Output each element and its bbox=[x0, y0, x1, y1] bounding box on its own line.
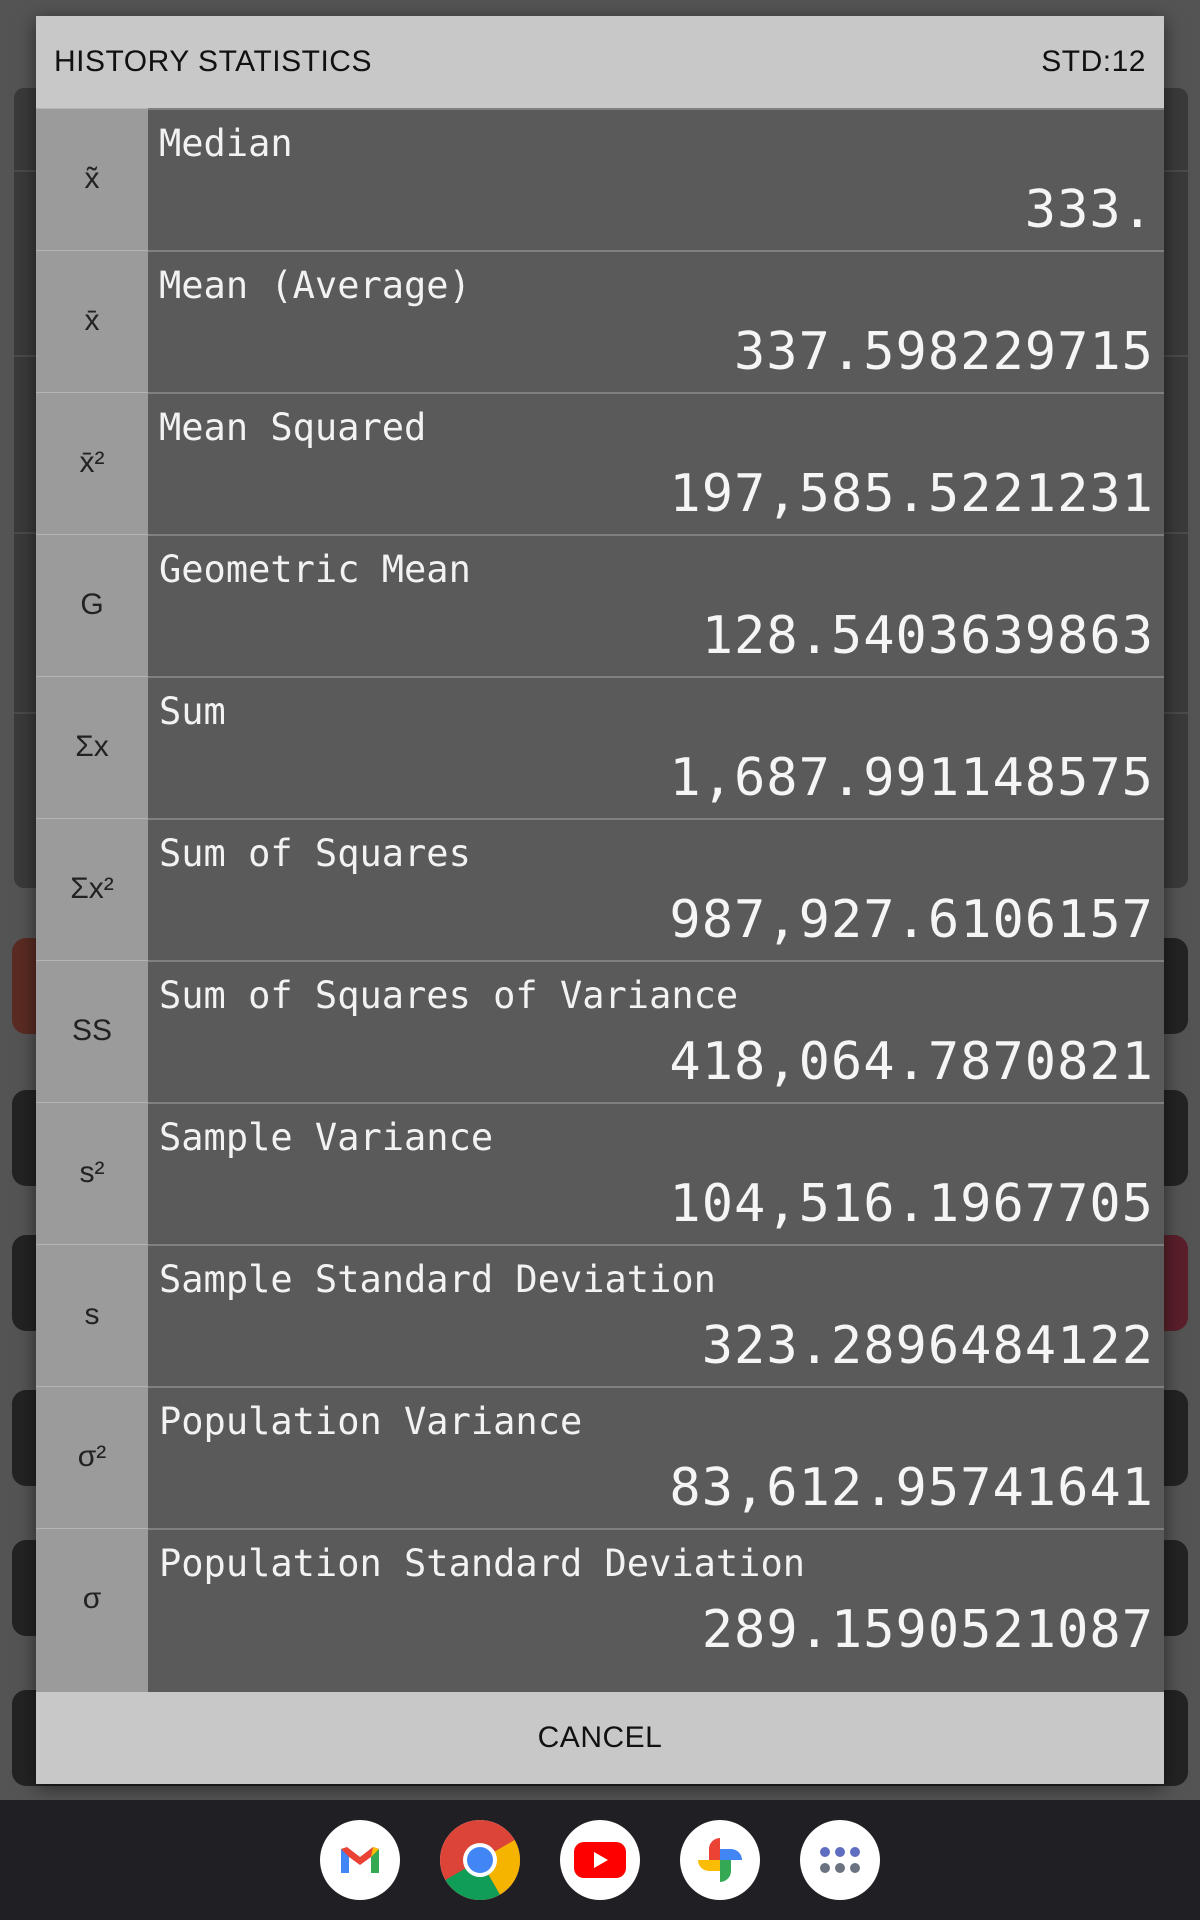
median-symbol: x̃ bbox=[36, 108, 148, 250]
stat-value: 83,612.95741641 bbox=[669, 1458, 1154, 1518]
stat-row-population-variance[interactable]: σ² Population Variance 83,612.95741641 bbox=[36, 1386, 1164, 1528]
stat-row-geometric-mean[interactable]: G Geometric Mean 128.5403639863 bbox=[36, 534, 1164, 676]
history-statistics-dialog: HISTORY STATISTICS STD:12 x̃ Median 333. … bbox=[36, 16, 1164, 1784]
app-drawer[interactable] bbox=[800, 1820, 880, 1900]
stat-value: 104,516.1967705 bbox=[669, 1174, 1154, 1234]
sample-std-symbol: s bbox=[36, 1244, 148, 1386]
stat-row-sum-of-squares[interactable]: Σx² Sum of Squares 987,927.6106157 bbox=[36, 818, 1164, 960]
app-drawer-icon bbox=[820, 1847, 860, 1873]
stat-label: Sum of Squares bbox=[159, 832, 471, 875]
stat-row-mean-squared[interactable]: x̄² Mean Squared 197,585.5221231 bbox=[36, 392, 1164, 534]
photos-icon bbox=[698, 1838, 742, 1882]
stat-value: 337.598229715 bbox=[734, 322, 1154, 382]
stat-label: Sum of Squares of Variance bbox=[159, 974, 739, 1017]
stat-value: 333. bbox=[1024, 180, 1154, 240]
stat-label: Mean Squared bbox=[159, 406, 427, 449]
stat-value: 1,687.991148575 bbox=[669, 748, 1154, 808]
stat-row-sum-of-squares-of-variance[interactable]: SS Sum of Squares of Variance 418,064.787… bbox=[36, 960, 1164, 1102]
stat-label: Geometric Mean bbox=[159, 548, 471, 591]
stat-value: 197,585.5221231 bbox=[669, 464, 1154, 524]
stat-label: Population Variance bbox=[159, 1400, 583, 1443]
chrome-app[interactable] bbox=[440, 1820, 520, 1900]
gmail-app[interactable] bbox=[320, 1820, 400, 1900]
stat-row-sample-standard-deviation[interactable]: s Sample Standard Deviation 323.289648412… bbox=[36, 1244, 1164, 1386]
mean-symbol: x̄ bbox=[36, 250, 148, 392]
stat-label: Population Standard Deviation bbox=[159, 1542, 806, 1585]
population-variance-symbol: σ² bbox=[36, 1386, 148, 1528]
stat-value: 418,064.7870821 bbox=[669, 1032, 1154, 1092]
sum-of-squares-symbol: Σx² bbox=[36, 818, 148, 960]
ss-symbol: SS bbox=[36, 960, 148, 1102]
photos-app[interactable] bbox=[680, 1820, 760, 1900]
stat-label: Sum bbox=[159, 690, 226, 733]
sum-symbol: Σx bbox=[36, 676, 148, 818]
dialog-title: HISTORY STATISTICS bbox=[54, 45, 372, 78]
stat-row-sum[interactable]: Σx Sum 1,687.991148575 bbox=[36, 676, 1164, 818]
dialog-header: HISTORY STATISTICS STD:12 bbox=[36, 16, 1164, 108]
geometric-mean-symbol: G bbox=[36, 534, 148, 676]
gmail-icon bbox=[341, 1847, 379, 1873]
stat-row-population-standard-deviation[interactable]: σ Population Standard Deviation 289.15905… bbox=[36, 1528, 1164, 1670]
cancel-button[interactable]: CANCEL bbox=[36, 1692, 1164, 1784]
sample-variance-symbol: s² bbox=[36, 1102, 148, 1244]
stat-value: 987,927.6106157 bbox=[669, 890, 1154, 950]
stat-value: 289.1590521087 bbox=[701, 1600, 1154, 1660]
stat-row-mean[interactable]: x̄ Mean (Average) 337.598229715 bbox=[36, 250, 1164, 392]
youtube-app[interactable] bbox=[560, 1820, 640, 1900]
chrome-icon bbox=[440, 1820, 520, 1900]
stat-row-sample-variance[interactable]: s² Sample Variance 104,516.1967705 bbox=[36, 1102, 1164, 1244]
stat-label: Sample Standard Deviation bbox=[159, 1258, 716, 1301]
population-std-symbol: σ bbox=[36, 1528, 148, 1670]
stat-label: Mean (Average) bbox=[159, 264, 471, 307]
stat-label: Median bbox=[159, 122, 293, 165]
stat-label: Sample Variance bbox=[159, 1116, 494, 1159]
statistics-list[interactable]: x̃ Median 333. x̄ Mean (Average) 337.59822… bbox=[36, 108, 1164, 1708]
stat-value: 128.5403639863 bbox=[701, 606, 1154, 666]
youtube-icon bbox=[574, 1842, 626, 1878]
std-count-badge: STD:12 bbox=[1041, 45, 1146, 78]
mean-squared-symbol: x̄² bbox=[36, 392, 148, 534]
app-dock bbox=[0, 1800, 1200, 1920]
stat-row-median[interactable]: x̃ Median 333. bbox=[36, 108, 1164, 250]
stat-value: 323.2896484122 bbox=[701, 1316, 1154, 1376]
